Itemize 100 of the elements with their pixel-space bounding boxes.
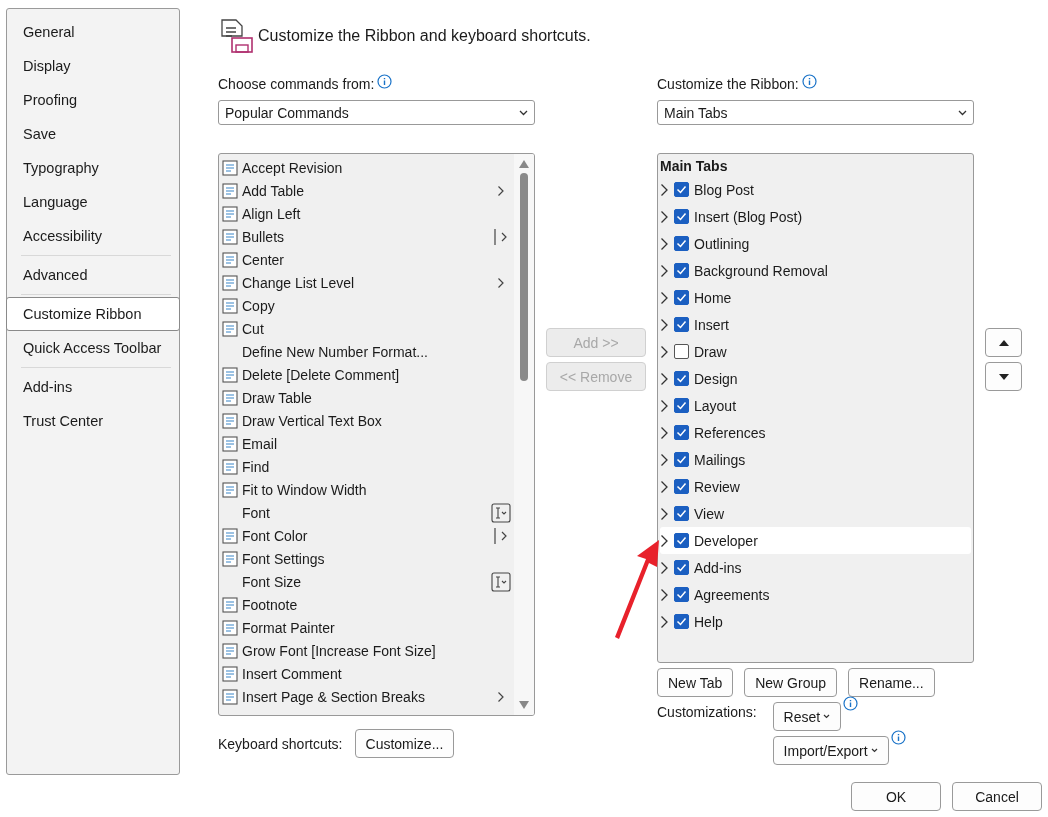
ribbon-tab-item[interactable]: Blog Post (660, 176, 971, 203)
command-item[interactable]: Email (219, 432, 514, 455)
dialog-button[interactable]: Cancel (952, 782, 1042, 811)
checkbox[interactable] (674, 371, 689, 386)
expand-icon[interactable] (660, 290, 669, 305)
expand-icon[interactable] (660, 452, 669, 467)
ribbon-tab-item[interactable]: Layout (660, 392, 971, 419)
command-item[interactable]: Footnote (219, 593, 514, 616)
checkbox[interactable] (674, 398, 689, 413)
ribbon-tab-item[interactable]: Background Removal (660, 257, 971, 284)
ribbon-tab-item[interactable]: Help (660, 608, 971, 635)
reset-button[interactable]: Reset (772, 702, 842, 731)
command-item[interactable]: Define New Number Format... (219, 340, 514, 363)
expand-icon[interactable] (660, 344, 669, 359)
ribbon-tab-item[interactable]: Review (660, 473, 971, 500)
command-item[interactable]: Draw Table (219, 386, 514, 409)
ribbon-tab-item[interactable]: Design (660, 365, 971, 392)
scroll-up-icon[interactable] (519, 160, 529, 168)
checkbox[interactable] (674, 614, 689, 629)
dialog-button[interactable]: OK (851, 782, 941, 811)
command-item[interactable]: Draw Vertical Text Box (219, 409, 514, 432)
command-item[interactable]: Copy (219, 294, 514, 317)
command-item[interactable]: Accept Revision (219, 156, 514, 179)
checkbox[interactable] (674, 317, 689, 332)
command-item[interactable]: Font Size (219, 570, 514, 593)
command-item[interactable]: Font Settings (219, 547, 514, 570)
scrollbar-thumb[interactable] (520, 173, 528, 381)
command-item[interactable]: Change List Level (219, 271, 514, 294)
command-item[interactable]: Grow Font [Increase Font Size] (219, 639, 514, 662)
ribbon-tab-item[interactable]: References (660, 419, 971, 446)
command-item[interactable]: Center (219, 248, 514, 271)
ribbon-tab-item[interactable]: Outlining (660, 230, 971, 257)
ribbon-tab-item[interactable]: Agreements (660, 581, 971, 608)
checkbox[interactable] (674, 560, 689, 575)
command-item[interactable]: Insert Page & Section Breaks (219, 685, 514, 708)
checkbox[interactable] (674, 290, 689, 305)
import-export-button[interactable]: Import/Export (772, 736, 889, 765)
command-item[interactable]: Delete [Delete Comment] (219, 363, 514, 386)
checkbox[interactable] (674, 182, 689, 197)
checkbox[interactable] (674, 452, 689, 467)
command-item[interactable]: Font Color (219, 524, 514, 547)
command-item[interactable]: Bullets (219, 225, 514, 248)
ribbon-tab-item[interactable]: Mailings (660, 446, 971, 473)
sidebar-item[interactable]: Accessibility (7, 219, 179, 253)
checkbox[interactable] (674, 344, 689, 359)
checkbox[interactable] (674, 425, 689, 440)
expand-icon[interactable] (660, 479, 669, 494)
sidebar-item[interactable]: Proofing (7, 83, 179, 117)
checkbox[interactable] (674, 236, 689, 251)
sidebar-item[interactable]: Trust Center (7, 404, 179, 438)
checkbox[interactable] (674, 263, 689, 278)
ribbon-tab-item[interactable]: Insert (660, 311, 971, 338)
sidebar-item[interactable]: Typography (7, 151, 179, 185)
sidebar-item[interactable]: Quick Access Toolbar (7, 331, 179, 365)
move-down-button[interactable] (985, 362, 1022, 391)
expand-icon[interactable] (660, 317, 669, 332)
expand-icon[interactable] (660, 560, 669, 575)
sidebar-item[interactable]: Display (7, 49, 179, 83)
ribbon-tab-item[interactable]: View (660, 500, 971, 527)
commands-dropdown[interactable]: Popular Commands (218, 100, 535, 125)
move-up-button[interactable] (985, 328, 1022, 357)
sidebar-item[interactable]: Advanced (7, 258, 179, 292)
command-item[interactable]: Format Painter (219, 616, 514, 639)
scrollbar[interactable] (514, 154, 534, 715)
ribbon-tab-item[interactable]: Developer (660, 527, 971, 554)
expand-icon[interactable] (660, 263, 669, 278)
ribbon-tab-item[interactable]: Insert (Blog Post) (660, 203, 971, 230)
sidebar-item[interactable]: General (7, 15, 179, 49)
expand-icon[interactable] (660, 182, 669, 197)
checkbox[interactable] (674, 209, 689, 224)
expand-icon[interactable] (660, 425, 669, 440)
ribbon-tab-item[interactable]: Home (660, 284, 971, 311)
ribbon-tab-item[interactable]: Draw (660, 338, 971, 365)
expand-icon[interactable] (660, 614, 669, 629)
ribbon-action-button[interactable]: New Group (744, 668, 838, 697)
command-item[interactable]: Cut (219, 317, 514, 340)
ribbon-tab-item[interactable]: Add-ins (660, 554, 971, 581)
expand-icon[interactable] (660, 398, 669, 413)
command-item[interactable]: Add Table (219, 179, 514, 202)
expand-icon[interactable] (660, 236, 669, 251)
ribbon-action-button[interactable]: Rename... (848, 668, 935, 697)
expand-icon[interactable] (660, 587, 669, 602)
sidebar-item[interactable]: Add-ins (7, 370, 179, 404)
checkbox[interactable] (674, 587, 689, 602)
command-item[interactable]: Find (219, 455, 514, 478)
command-item[interactable]: Align Left (219, 202, 514, 225)
command-item[interactable]: Font (219, 501, 514, 524)
ribbon-action-button[interactable]: New Tab (657, 668, 734, 697)
checkbox[interactable] (674, 533, 689, 548)
sidebar-item[interactable]: Customize Ribbon (6, 297, 180, 331)
expand-icon[interactable] (660, 506, 669, 521)
scroll-down-icon[interactable] (519, 701, 529, 709)
ribbon-dropdown[interactable]: Main Tabs (657, 100, 974, 125)
checkbox[interactable] (674, 479, 689, 494)
sidebar-item[interactable]: Save (7, 117, 179, 151)
expand-icon[interactable] (660, 371, 669, 386)
sidebar-item[interactable]: Language (7, 185, 179, 219)
expand-icon[interactable] (660, 209, 669, 224)
expand-icon[interactable] (660, 533, 669, 548)
customize-button[interactable]: Customize... (354, 729, 455, 758)
